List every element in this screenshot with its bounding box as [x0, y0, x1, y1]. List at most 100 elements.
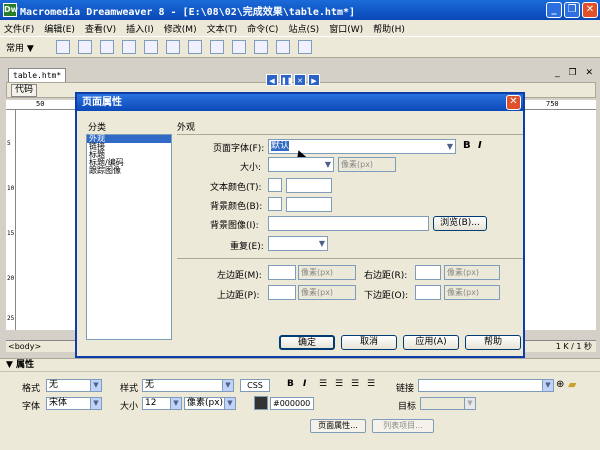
insert-category-select[interactable]: 常用 ▼ — [6, 41, 34, 54]
title-bar: Dw Macromedia Dreamweaver 8 - [E:\08\02\… — [0, 0, 600, 20]
tag-chooser-icon[interactable] — [297, 40, 312, 54]
dreamweaver-logo-icon: Dw — [3, 3, 18, 17]
target-select[interactable]: ▼ — [420, 397, 476, 410]
window-title: Macromedia Dreamweaver 8 - [E:\08\02\完成效… — [20, 6, 356, 18]
pause-icon[interactable]: ❚❚ — [280, 74, 293, 86]
top-margin-unit[interactable]: 像素(px) — [298, 285, 356, 300]
bold-toggle[interactable]: B — [463, 140, 471, 151]
align-left-icon[interactable]: ☰ — [319, 379, 327, 389]
menu-modify[interactable]: 修改(M) — [164, 22, 197, 35]
restore-button[interactable]: ❐ — [564, 2, 580, 18]
background-color-label: 背景颜色(B): — [210, 202, 263, 212]
named-anchor-icon[interactable] — [99, 40, 114, 54]
category-tracing-image[interactable]: 跟踪图像 — [87, 167, 171, 175]
bold-button[interactable]: B — [287, 379, 294, 389]
image-icon[interactable] — [165, 40, 180, 54]
cancel-button[interactable]: 取消 — [341, 335, 397, 350]
next-icon[interactable]: ▶ — [308, 74, 320, 86]
target-label: 目标 — [398, 402, 417, 412]
date-icon[interactable] — [209, 40, 224, 54]
left-margin-unit[interactable]: 像素(px) — [298, 265, 356, 280]
menu-commands[interactable]: 命令(C) — [247, 22, 278, 35]
menu-insert[interactable]: 插入(I) — [126, 22, 154, 35]
size-unit-select[interactable]: 像素(px) — [338, 157, 396, 172]
point-to-file-icon[interactable]: ⊕ — [556, 379, 564, 390]
menu-window[interactable]: 窗口(W) — [329, 22, 363, 35]
browse-button[interactable]: 浏览(B)... — [433, 216, 487, 231]
close-window-button[interactable]: ✕ — [582, 2, 598, 18]
tag-selector[interactable]: <body> — [8, 341, 41, 352]
layer-icon[interactable] — [143, 40, 158, 54]
email-link-icon[interactable] — [77, 40, 92, 54]
stop-icon[interactable]: ✕ — [294, 74, 306, 86]
link-input[interactable]: ▼ — [418, 379, 554, 392]
background-image-input[interactable] — [268, 216, 429, 231]
italic-button[interactable]: I — [303, 379, 306, 389]
size-unit-value: 像素(px) — [341, 160, 374, 169]
text-color-input[interactable] — [286, 178, 332, 193]
repeat-select[interactable]: ▼ — [268, 236, 328, 251]
ruler-mark: 50 — [36, 100, 45, 108]
vruler-mark: 25 — [7, 315, 15, 322]
right-margin-input[interactable] — [415, 265, 441, 280]
vruler-mark: 15 — [7, 230, 15, 237]
dialog-close-button[interactable]: ✕ — [506, 95, 521, 110]
right-margin-unit[interactable]: 像素(px) — [444, 265, 500, 280]
ok-button[interactable]: 确定 — [279, 335, 335, 350]
menu-file[interactable]: 文件(F) — [4, 22, 34, 35]
section-header: 外观 — [177, 123, 196, 133]
left-margin-input[interactable] — [268, 265, 296, 280]
text-color-picker[interactable] — [268, 178, 282, 192]
top-margin-input[interactable] — [268, 285, 296, 300]
menu-view[interactable]: 查看(V) — [85, 22, 116, 35]
chevron-down-icon: ▼ — [542, 380, 553, 391]
background-image-label: 背景图像(I): — [210, 221, 259, 231]
chevron-down-icon: ▼ — [318, 239, 325, 248]
chevron-down-icon: ▼ — [90, 380, 101, 391]
size-select[interactable]: 12 ▼ — [142, 397, 182, 410]
table-icon[interactable] — [121, 40, 136, 54]
format-select[interactable]: 无 ▼ — [46, 379, 102, 392]
hyperlink-icon[interactable] — [55, 40, 70, 54]
format-label: 格式 — [22, 384, 41, 394]
properties-header[interactable]: ▼ 属性 — [0, 359, 600, 372]
align-center-icon[interactable]: ☰ — [335, 379, 343, 389]
minimize-button[interactable]: _ — [546, 2, 562, 18]
right-margin-unit-value: 像素(px) — [447, 268, 480, 277]
text-color-swatch[interactable] — [254, 396, 268, 410]
size-select[interactable]: ▼ — [268, 157, 334, 172]
menu-text[interactable]: 文本(T) — [207, 22, 238, 35]
menu-help[interactable]: 帮助(H) — [373, 22, 405, 35]
previous-icon[interactable]: ◀ — [266, 74, 278, 86]
bottom-margin-unit[interactable]: 像素(px) — [444, 285, 500, 300]
chevron-down-icon: ▼ — [90, 398, 101, 409]
background-color-picker[interactable] — [268, 197, 282, 211]
css-button[interactable]: CSS — [240, 379, 270, 392]
apply-button[interactable]: 应用(A) — [403, 335, 459, 350]
page-properties-button[interactable]: 页面属性... — [310, 419, 366, 433]
size-unit-select[interactable]: 像素(px) ▼ — [184, 397, 236, 410]
code-view-button[interactable]: 代码 — [11, 84, 38, 97]
style-select[interactable]: 无 ▼ — [142, 379, 234, 392]
help-button[interactable]: 帮助 — [465, 335, 521, 350]
align-right-icon[interactable]: ☰ — [351, 379, 359, 389]
font-select[interactable]: 宋体 ▼ — [46, 397, 102, 410]
media-icon[interactable] — [187, 40, 202, 54]
menu-edit[interactable]: 编辑(E) — [44, 22, 75, 35]
vruler-mark: 5 — [7, 140, 11, 147]
background-color-input[interactable] — [286, 197, 332, 212]
format-value: 无 — [49, 380, 59, 390]
comment-icon[interactable] — [253, 40, 268, 54]
folder-icon[interactable]: ▰ — [568, 378, 576, 391]
list-item-button[interactable]: 列表项目... — [372, 419, 434, 433]
page-properties-dialog: 页面属性 ✕ 分类 外观 外观 链接 标题 标题/编码 跟踪图像 页面字体(F)… — [75, 92, 525, 358]
italic-toggle[interactable]: I — [478, 140, 482, 151]
bottom-margin-input[interactable] — [415, 285, 441, 300]
document-window-controls[interactable]: _ ❐ ✕ — [555, 68, 596, 78]
document-tab[interactable]: table.htm* — [8, 68, 67, 82]
server-include-icon[interactable] — [231, 40, 246, 54]
menu-site[interactable]: 站点(S) — [288, 22, 319, 35]
text-color-input[interactable]: #000000 — [270, 397, 314, 410]
template-icon[interactable] — [275, 40, 290, 54]
justify-icon[interactable]: ☰ — [367, 379, 375, 389]
